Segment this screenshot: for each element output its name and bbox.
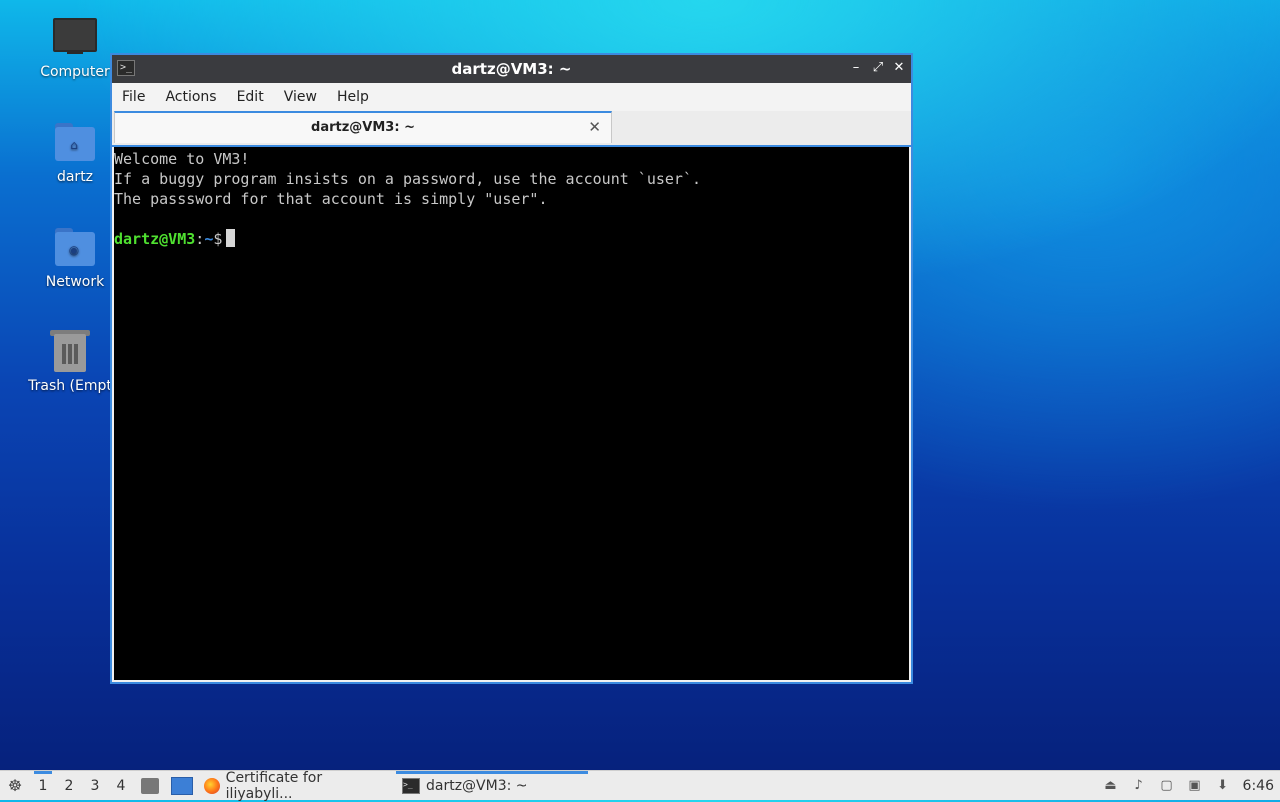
workspace-2[interactable]: 2 xyxy=(56,771,82,801)
volume-icon[interactable]: ♪ xyxy=(1131,778,1147,794)
terminal-console[interactable]: Welcome to VM3! If a buggy program insis… xyxy=(114,147,909,680)
menu-view[interactable]: View xyxy=(274,89,327,105)
clock[interactable]: 6:46 xyxy=(1243,778,1274,794)
minimize-button[interactable]: – xyxy=(847,59,865,77)
update-icon[interactable]: ⬇ xyxy=(1215,778,1231,794)
computer-icon xyxy=(53,16,97,60)
tab-bar: dartz@VM3: ~ ✕ xyxy=(112,111,911,147)
eject-icon[interactable]: ⏏ xyxy=(1103,778,1119,794)
menu-help[interactable]: Help xyxy=(327,89,379,105)
system-tray: ⏏ ♪ ▢ ▣ ⬇ 6:46 xyxy=(1103,771,1280,801)
trash-icon xyxy=(48,330,92,374)
desktop-icon-label: Trash (Empt xyxy=(28,378,112,394)
text-cursor xyxy=(226,229,236,247)
file-manager-icon[interactable] xyxy=(134,771,166,801)
menu-actions[interactable]: Actions xyxy=(155,89,226,105)
desktop-icon-trash[interactable]: Trash (Empt xyxy=(20,330,120,394)
console-line: The passsword for that account is simply… xyxy=(114,190,548,208)
firefox-icon xyxy=(204,777,220,794)
start-menu-icon[interactable]: ☸ xyxy=(0,771,30,801)
console-line: If a buggy program insists on a password… xyxy=(114,170,701,188)
clipboard-icon[interactable]: ▢ xyxy=(1159,778,1175,794)
menu-edit[interactable]: Edit xyxy=(227,89,274,105)
tab-close-icon[interactable]: ✕ xyxy=(588,118,601,136)
prompt-user: dartz@VM3 xyxy=(114,230,196,248)
task-firefox[interactable]: Certificate for iliyabyli... xyxy=(198,769,396,802)
tab-label: dartz@VM3: ~ xyxy=(311,120,415,135)
task-terminal[interactable]: >_ dartz@VM3: ~ xyxy=(396,770,588,801)
task-label: dartz@VM3: ~ xyxy=(426,777,528,794)
prompt-separator: : xyxy=(195,230,205,248)
task-label: Certificate for iliyabyli... xyxy=(225,769,323,802)
window-title: dartz@VM3: ~ xyxy=(451,60,572,78)
workspace-1[interactable]: 1 xyxy=(30,770,56,801)
network-icon[interactable]: ▣ xyxy=(1187,778,1203,794)
workspace-3[interactable]: 3 xyxy=(82,771,108,801)
show-desktop-icon[interactable] xyxy=(166,771,198,801)
prompt-path: ~ xyxy=(204,230,214,248)
menu-bar: File Actions Edit View Help xyxy=(112,83,911,111)
menu-file[interactable]: File xyxy=(112,89,155,105)
window-titlebar[interactable]: >_ dartz@VM3: ~ – ⤢ ✕ xyxy=(112,55,911,83)
terminal-window[interactable]: >_ dartz@VM3: ~ – ⤢ ✕ File Actions Edit … xyxy=(110,53,913,684)
taskbar: ☸ 1 2 3 4 Certificate for iliyabyli... >… xyxy=(0,769,1280,802)
terminal-icon: >_ xyxy=(402,777,420,794)
home-folder-icon: ⌂ xyxy=(53,121,97,165)
maximize-button[interactable]: ⤢ xyxy=(869,59,887,77)
tab-terminal[interactable]: dartz@VM3: ~ ✕ xyxy=(114,111,612,143)
prompt-symbol: $ xyxy=(213,230,223,248)
console-line: Welcome to VM3! xyxy=(114,150,250,168)
close-button[interactable]: ✕ xyxy=(890,59,908,77)
workspace-4[interactable]: 4 xyxy=(108,771,134,801)
network-folder-icon: ◉ xyxy=(53,226,97,270)
prompt-line: dartz@VM3:~$ xyxy=(114,229,909,249)
